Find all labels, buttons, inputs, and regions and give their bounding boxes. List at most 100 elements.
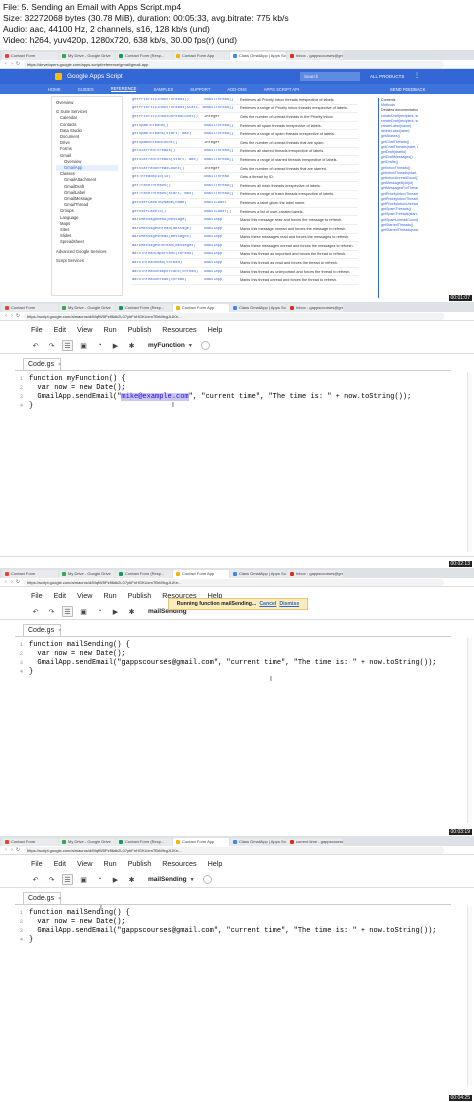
- browser-tab[interactable]: Contact Form: [2, 838, 58, 846]
- menu-publish[interactable]: Publish: [128, 325, 152, 334]
- browser-tab[interactable]: Class GmailApp | Apps Script: [230, 570, 286, 578]
- browser-tab[interactable]: Inbox - gappscourses@gmai...: [287, 570, 343, 578]
- method-link[interactable]: getTrashThreads(): [132, 184, 204, 188]
- browser-tab-active[interactable]: Contact Form App: [173, 570, 229, 578]
- url-field[interactable]: https://script.google.com/a/macros/d/Mqf…: [24, 312, 444, 320]
- browser-tab-active[interactable]: Contact Form App: [173, 304, 229, 312]
- url-field[interactable]: https://developers.google.com/apps-scrip…: [24, 60, 444, 68]
- browser-tab[interactable]: Contact Form (Resp...: [116, 570, 172, 578]
- return-type[interactable]: GmailThread[]: [204, 149, 240, 153]
- code-editor[interactable]: 1 function mailSending() { 2 var now = ne…: [15, 636, 451, 676]
- browser-tab[interactable]: Contact Form (Resp...: [116, 838, 172, 846]
- menu-help[interactable]: Help: [208, 859, 223, 868]
- method-link[interactable]: getSpamThreads(): [132, 124, 204, 128]
- menu-run[interactable]: Run: [103, 591, 116, 600]
- menu-edit[interactable]: Edit: [54, 325, 66, 334]
- return-type[interactable]: GmailApp: [204, 261, 240, 265]
- lightbulb-icon[interactable]: [202, 875, 212, 884]
- save-icon[interactable]: ▣: [78, 340, 89, 351]
- toc-item[interactable]: Detailed documentation: [381, 108, 418, 113]
- return-type[interactable]: GmailApp: [204, 218, 240, 222]
- file-tab-code-gs[interactable]: Code.gs ×: [23, 892, 61, 904]
- nav-add-ons[interactable]: ADD-ONS: [227, 87, 246, 92]
- play-icon[interactable]: ▶: [110, 606, 121, 617]
- url-field[interactable]: https://script.google.com/a/macros/d/Mqf…: [24, 846, 444, 854]
- bug-icon[interactable]: ✱: [126, 606, 137, 617]
- all-products-button[interactable]: ALL PRODUCTS: [370, 72, 404, 81]
- method-link[interactable]: getPriorityInboxThreads(): [132, 98, 204, 102]
- send-feedback-button[interactable]: SEND FEEDBACK: [390, 87, 425, 92]
- toc-item[interactable]: getSpamThreads(start, max): [381, 212, 418, 217]
- redo-icon[interactable]: ↷: [46, 874, 57, 885]
- return-type[interactable]: GmailLabel[]: [204, 210, 240, 214]
- browser-tab[interactable]: Contact Form: [2, 52, 58, 60]
- menu-file[interactable]: File: [31, 325, 43, 334]
- browser-tab[interactable]: Inbox - gappscourses@gmai...: [287, 304, 343, 312]
- menu-view[interactable]: View: [77, 325, 92, 334]
- reload-icon[interactable]: ↻: [15, 61, 21, 67]
- nav-reference[interactable]: REFERENCE: [110, 86, 137, 92]
- file-tab-code-gs[interactable]: Code.gs ×: [23, 624, 61, 636]
- return-type[interactable]: GmailThread[]: [204, 132, 240, 136]
- return-type[interactable]: GmailApp: [204, 244, 240, 248]
- menu-help[interactable]: Help: [208, 325, 223, 334]
- nav-home[interactable]: HOME: [48, 87, 61, 92]
- nav-guides[interactable]: GUIDES: [78, 87, 94, 92]
- browser-tab[interactable]: Class GmailApp | Apps Script: [230, 838, 286, 846]
- code-editor[interactable]: 1 function myFunction() { 2 var now = new…: [15, 370, 451, 410]
- editor-scrollbar[interactable]: [467, 638, 472, 823]
- return-type[interactable]: GmailThread: [204, 175, 240, 179]
- method-link[interactable]: getThreadById(id): [132, 175, 204, 179]
- indent-icon[interactable]: ☰: [62, 340, 73, 351]
- browser-tab[interactable]: Contact Form (Resp...: [116, 52, 172, 60]
- return-type[interactable]: GmailThread[]: [204, 184, 240, 188]
- menu-edit[interactable]: Edit: [54, 859, 66, 868]
- browser-tab[interactable]: Contact Form App: [173, 52, 229, 60]
- method-link[interactable]: getTrashThreads(start, max): [132, 192, 204, 196]
- browser-tab-active[interactable]: Contact Form App: [173, 838, 229, 846]
- menu-file[interactable]: File: [31, 591, 43, 600]
- return-type[interactable]: GmailApp: [204, 270, 240, 274]
- bug-icon[interactable]: ✱: [126, 874, 137, 885]
- return-type[interactable]: GmailApp: [204, 252, 240, 256]
- menu-resources[interactable]: Resources: [162, 325, 196, 334]
- method-link[interactable]: markThreadUnimportant(thread): [132, 270, 204, 274]
- function-select[interactable]: myFunction ▼: [148, 341, 210, 350]
- return-type[interactable]: GmailApp: [204, 235, 240, 239]
- bug-icon[interactable]: ✱: [126, 340, 137, 351]
- method-link[interactable]: markMessageUnread(message): [132, 227, 204, 231]
- method-link[interactable]: getUserLabelByName(name): [132, 201, 204, 205]
- browser-tab[interactable]: My Drive - Google Drive: [59, 838, 115, 846]
- method-link[interactable]: markMessagesRead(messages): [132, 235, 204, 239]
- menu-view[interactable]: View: [77, 859, 92, 868]
- method-link[interactable]: markMessageRead(message): [132, 218, 204, 222]
- browser-tab[interactable]: current time - gappscourses...: [287, 838, 343, 846]
- reload-icon[interactable]: ↻: [15, 579, 21, 585]
- more-vert-icon[interactable]: ⋮: [414, 72, 420, 81]
- indent-icon[interactable]: ☰: [62, 874, 73, 885]
- docs-search-input[interactable]: Search: [300, 72, 360, 81]
- menu-run[interactable]: Run: [103, 325, 116, 334]
- browser-tab[interactable]: Contact Form (Resp...: [116, 304, 172, 312]
- clock-icon[interactable]: ◔: [94, 874, 105, 885]
- code-editor[interactable]: 1 function mailSending() { 2 var now = ne…: [15, 904, 451, 944]
- editor-scrollbar[interactable]: [467, 906, 472, 1086]
- return-type[interactable]: GmailThread[]: [204, 98, 240, 102]
- reload-icon[interactable]: ↻: [15, 313, 21, 319]
- return-type[interactable]: GmailThread[]: [204, 124, 240, 128]
- browser-tab[interactable]: My Drive - Google Drive: [59, 570, 115, 578]
- menu-publish[interactable]: Publish: [128, 859, 152, 868]
- reload-icon[interactable]: ↻: [15, 847, 21, 853]
- method-link[interactable]: getSpamUnreadCount(): [132, 141, 204, 145]
- editor-scrollbar[interactable]: [467, 372, 472, 552]
- redo-icon[interactable]: ↷: [46, 340, 57, 351]
- clock-icon[interactable]: ◔: [94, 606, 105, 617]
- menu-edit[interactable]: Edit: [54, 591, 66, 600]
- menu-resources[interactable]: Resources: [162, 859, 196, 868]
- browser-tab[interactable]: My Drive - Google Drive: [59, 52, 115, 60]
- sidebar-item[interactable]: Script Services: [56, 258, 118, 264]
- method-link[interactable]: getUserLabels(): [132, 210, 204, 214]
- return-type[interactable]: GmailLabel: [204, 201, 240, 205]
- toc-item[interactable]: getStarredThreads(start, max): [381, 228, 418, 233]
- menu-file[interactable]: File: [31, 859, 43, 868]
